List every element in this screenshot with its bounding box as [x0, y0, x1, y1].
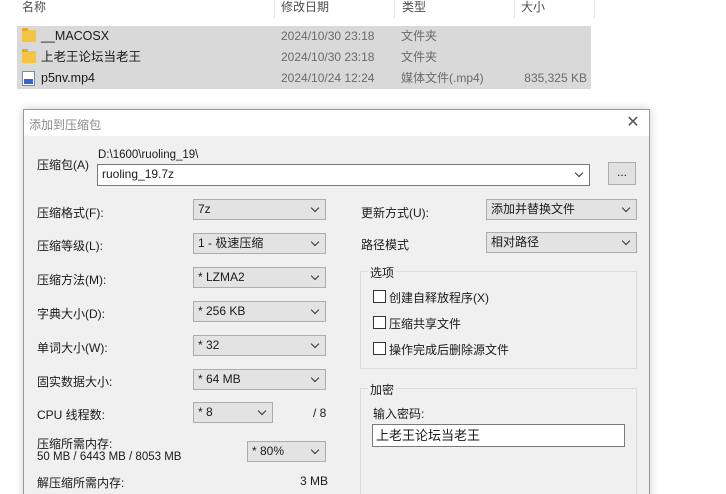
- column-header-name[interactable]: 名称: [22, 0, 46, 18]
- memory-detail: 50 MB / 6443 MB / 8053 MB: [37, 451, 182, 463]
- dialog-titlebar[interactable]: 添加到压缩包 ✕: [24, 110, 649, 136]
- delete-after-checkbox-label[interactable]: 操作完成后删除源文件: [389, 341, 509, 358]
- file-date: 2024/10/24 12:24: [281, 71, 375, 85]
- file-name: 上老王论坛当老王: [41, 50, 142, 64]
- memory-label: 压缩所需内存:: [37, 437, 113, 451]
- delete-after-checkbox[interactable]: [373, 342, 386, 355]
- column-header-date[interactable]: 修改日期: [281, 0, 329, 18]
- sfx-checkbox[interactable]: [373, 290, 386, 303]
- chevron-down-icon: [311, 234, 321, 253]
- chevron-down-icon: [622, 200, 632, 219]
- level-value: 1 - 极速压缩: [198, 236, 264, 250]
- sfx-checkbox-label[interactable]: 创建自释放程序(X): [389, 289, 489, 306]
- encryption-group-title: 加密: [368, 381, 397, 398]
- archive-name-value: ruoling_19.7z: [102, 167, 175, 181]
- word-label: 单词大小(W):: [37, 341, 108, 355]
- column-separator[interactable]: [514, 0, 515, 18]
- shared-files-checkbox[interactable]: [373, 316, 386, 329]
- column-separator[interactable]: [274, 0, 275, 18]
- password-input[interactable]: 上老王论坛当老王: [372, 424, 625, 447]
- chevron-down-icon: [311, 442, 321, 461]
- options-group-title: 选项: [368, 264, 397, 281]
- chevron-down-icon: [311, 336, 321, 355]
- shared-files-checkbox-label[interactable]: 压缩共享文件: [389, 315, 461, 332]
- chevron-down-icon: [311, 302, 321, 321]
- file-explorer: 名称 修改日期 类型 大小 __MACOSX 2024/10/30 23:18 …: [0, 0, 726, 110]
- update-mode-label: 更新方式(U):: [361, 206, 429, 220]
- threads-total: / 8: [313, 406, 327, 420]
- dict-value: * 256 KB: [198, 304, 246, 318]
- threads-label: CPU 线程数:: [37, 408, 106, 422]
- path-mode-select[interactable]: 相对路径: [486, 232, 637, 253]
- archive-label: 压缩包(A): [37, 158, 89, 172]
- file-date: 2024/10/30 23:18: [281, 29, 375, 43]
- level-select[interactable]: 1 - 极速压缩: [193, 233, 326, 254]
- chevron-down-icon: [622, 233, 632, 252]
- password-label: 输入密码:: [373, 407, 425, 421]
- decompress-memory-label: 解压缩所需内存:: [37, 476, 125, 490]
- column-header-size[interactable]: 大小: [521, 0, 545, 18]
- chevron-down-icon: [311, 200, 321, 219]
- file-date: 2024/10/30 23:18: [281, 50, 375, 64]
- threads-select[interactable]: * 8: [193, 402, 273, 423]
- add-to-archive-dialog: 添加到压缩包 ✕ 压缩包(A) D:\1600\ruoling_19\ ruol…: [23, 109, 650, 494]
- chevron-down-icon: [311, 268, 321, 287]
- browse-button[interactable]: ...: [608, 162, 636, 185]
- column-separator[interactable]: [394, 0, 395, 18]
- format-label: 压缩格式(F):: [37, 206, 104, 220]
- close-icon: ✕: [626, 114, 640, 131]
- dialog-title: 添加到压缩包: [29, 118, 102, 132]
- memory-percent-select[interactable]: * 80%: [247, 441, 326, 462]
- folder-icon: [22, 49, 36, 63]
- folder-icon: [22, 28, 36, 42]
- chevron-down-icon[interactable]: [575, 165, 585, 184]
- file-row-macosx[interactable]: __MACOSX 2024/10/30 23:18 文件夹: [17, 26, 591, 47]
- column-separator[interactable]: [594, 0, 595, 18]
- update-mode-select[interactable]: 添加并替换文件: [486, 199, 637, 220]
- solid-select[interactable]: * 64 MB: [193, 369, 326, 390]
- close-button[interactable]: ✕: [623, 113, 643, 133]
- path-mode-value: 相对路径: [491, 235, 540, 249]
- file-name: p5nv.mp4: [41, 71, 95, 85]
- decompress-memory-value: 3 MB: [300, 474, 329, 488]
- file-type: 文件夹: [401, 29, 438, 43]
- method-select[interactable]: * LZMA2: [193, 267, 326, 288]
- column-header-type[interactable]: 类型: [402, 0, 426, 18]
- method-label: 压缩方法(M):: [37, 273, 107, 287]
- archive-name-combo[interactable]: ruoling_19.7z: [97, 164, 590, 186]
- file-type: 媒体文件(.mp4): [401, 71, 484, 85]
- file-name: __MACOSX: [41, 29, 110, 43]
- chevron-down-icon: [311, 370, 321, 389]
- method-value: * LZMA2: [198, 270, 245, 284]
- dict-label: 字典大小(D):: [37, 307, 105, 321]
- archive-path: D:\1600\ruoling_19\: [98, 149, 199, 161]
- solid-value: * 64 MB: [198, 372, 241, 386]
- video-file-icon: [22, 71, 35, 86]
- memory-percent-value: * 80%: [252, 444, 285, 458]
- dict-select[interactable]: * 256 KB: [193, 301, 326, 322]
- format-value: 7z: [198, 202, 211, 216]
- file-row-video[interactable]: p5nv.mp4 2024/10/24 12:24 媒体文件(.mp4) 835…: [17, 68, 591, 89]
- file-type: 文件夹: [401, 50, 438, 64]
- file-size: 835,325 KB: [524, 71, 587, 85]
- path-mode-label: 路径模式: [361, 238, 410, 252]
- update-mode-value: 添加并替换文件: [491, 202, 576, 216]
- format-select[interactable]: 7z: [193, 199, 326, 220]
- solid-label: 固实数据大小:: [37, 375, 113, 389]
- word-select[interactable]: * 32: [193, 335, 326, 356]
- file-row-folder[interactable]: 上老王论坛当老王 2024/10/30 23:18 文件夹: [17, 47, 591, 68]
- level-label: 压缩等级(L):: [37, 239, 104, 253]
- threads-value: * 8: [198, 405, 213, 419]
- word-value: * 32: [198, 338, 220, 352]
- chevron-down-icon: [258, 403, 268, 422]
